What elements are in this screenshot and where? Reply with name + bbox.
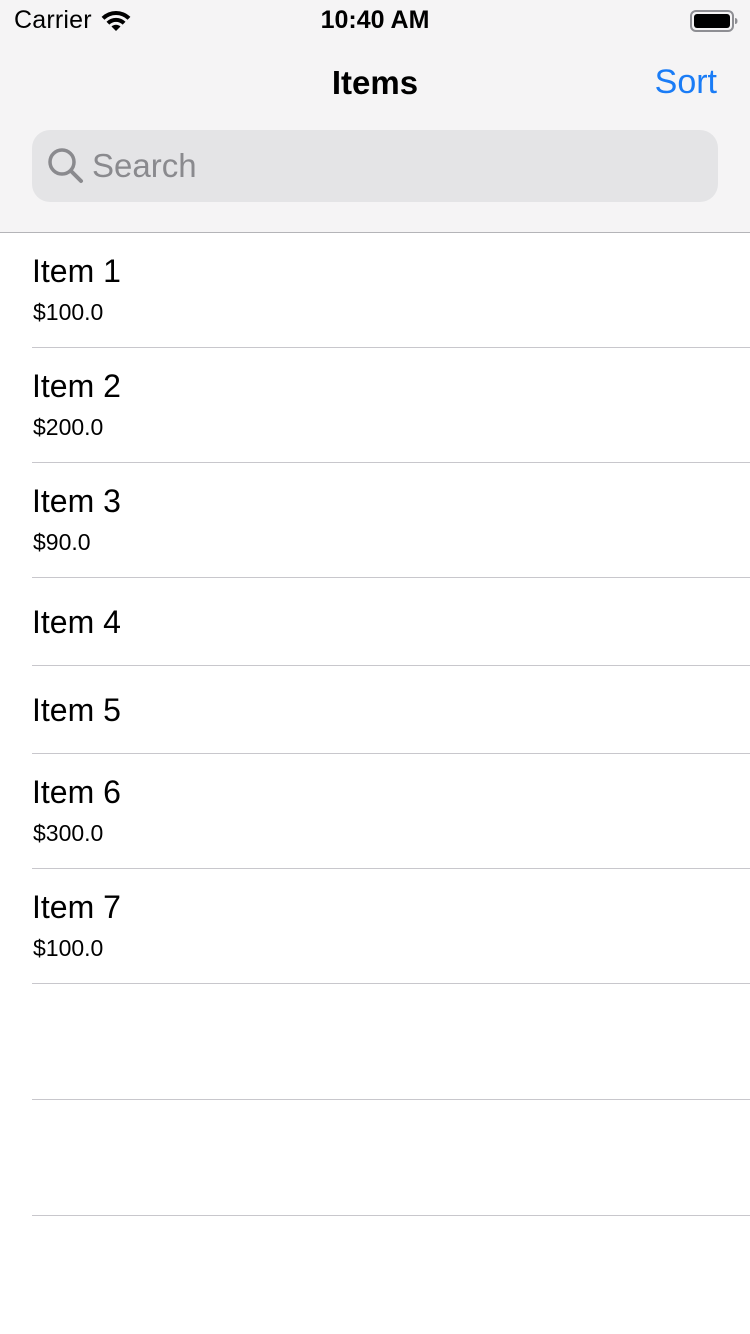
item-list: Item 1 $100.0 Item 2 $200.0 Item 3 $90.0…	[0, 233, 750, 1216]
status-bar: Carrier 10:40 AM	[0, 0, 750, 40]
clock: 10:40 AM	[320, 6, 430, 34]
empty-row	[32, 984, 750, 1100]
screen: Carrier 10:40 AM Items Sort It	[0, 0, 750, 1334]
empty-row	[32, 1100, 750, 1216]
item-price: $100.0	[33, 299, 104, 325]
item-title: Item 2	[32, 368, 121, 404]
search-input[interactable]	[92, 130, 692, 202]
list-item[interactable]: Item 3 $90.0	[32, 463, 750, 578]
header: Carrier 10:40 AM Items Sort	[0, 0, 750, 233]
search-icon	[48, 148, 83, 183]
item-title: Item 3	[32, 483, 121, 519]
item-title: Item 6	[32, 774, 121, 810]
list-item[interactable]: Item 5	[32, 666, 750, 754]
sort-button[interactable]: Sort	[655, 63, 717, 102]
item-title: Item 1	[32, 253, 121, 289]
list-item[interactable]: Item 6 $300.0	[32, 754, 750, 869]
item-price: $90.0	[33, 529, 91, 555]
search-field[interactable]	[32, 130, 718, 202]
item-price: $300.0	[33, 820, 104, 846]
item-price: $200.0	[33, 414, 104, 440]
list-item[interactable]: Item 7 $100.0	[32, 869, 750, 984]
battery-icon	[690, 10, 738, 32]
item-title: Item 5	[32, 692, 121, 728]
item-title: Item 7	[32, 889, 121, 925]
item-title: Item 4	[32, 604, 121, 640]
list-item[interactable]: Item 2 $200.0	[32, 348, 750, 463]
page-title: Items	[331, 64, 419, 101]
item-price: $100.0	[33, 935, 104, 961]
list-item[interactable]: Item 1 $100.0	[32, 233, 750, 348]
list-item[interactable]: Item 4	[32, 578, 750, 666]
